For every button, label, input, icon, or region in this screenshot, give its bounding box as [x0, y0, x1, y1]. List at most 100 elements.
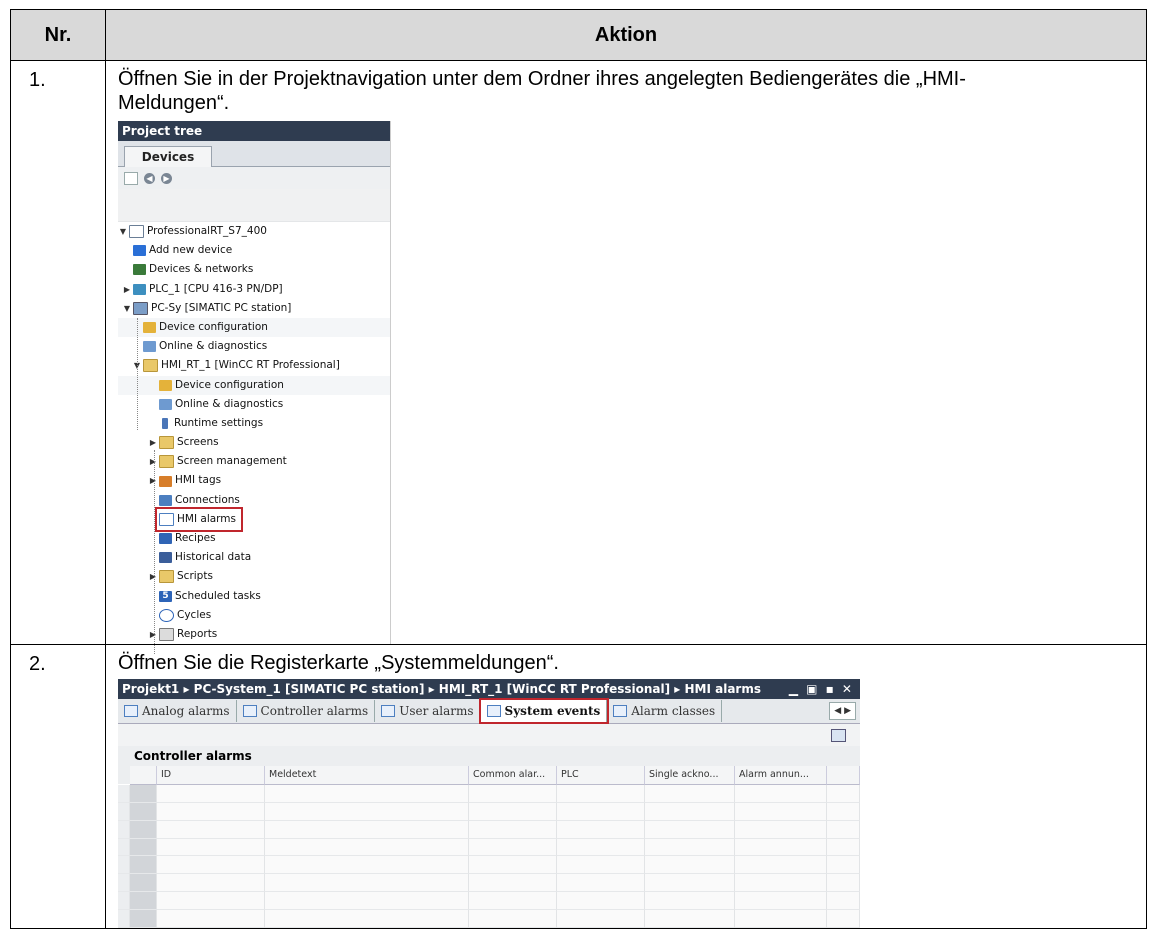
column-header[interactable]: Common alar...	[469, 766, 557, 786]
tree-item-project[interactable]: ▼ ProfessionalRT_S7_400	[118, 222, 390, 241]
collapsed-arrow-icon[interactable]: ▶	[148, 452, 158, 471]
grid-cell[interactable]	[645, 856, 735, 875]
grid-cell[interactable]	[157, 856, 265, 875]
grid-cell[interactable]	[118, 785, 130, 803]
grid-cell[interactable]	[265, 909, 469, 928]
export-icon[interactable]	[831, 729, 846, 743]
grid-cell[interactable]	[130, 785, 157, 803]
grid-cell[interactable]	[130, 856, 157, 875]
grid-cell[interactable]	[130, 820, 157, 839]
tree-item-historical-data[interactable]: Historical data	[118, 548, 390, 567]
grid-cell[interactable]	[157, 820, 265, 839]
grid-cell[interactable]	[157, 874, 265, 892]
tree-item-scripts[interactable]: ▶ Scripts	[118, 567, 390, 586]
grid-cell[interactable]	[130, 838, 157, 857]
forward-icon[interactable]: ▶	[161, 172, 172, 184]
tab-user-alarms[interactable]: User alarms	[375, 700, 481, 723]
new-group-icon[interactable]	[124, 171, 138, 185]
grid-cell[interactable]	[557, 785, 645, 803]
grid-cell[interactable]	[265, 820, 469, 839]
grid-cell[interactable]	[469, 856, 557, 875]
grid-cell[interactable]	[645, 785, 735, 803]
grid-cell[interactable]	[735, 802, 827, 821]
collapsed-arrow-icon[interactable]: ▶	[148, 625, 158, 644]
tree-item-device-config[interactable]: Device configuration	[118, 375, 390, 395]
tab-scroll-buttons[interactable]: ◀ ▶	[829, 699, 856, 723]
tab-analog-alarms[interactable]: Analog alarms	[118, 700, 237, 723]
tree-item-hmi-alarms[interactable]: HMI alarms	[118, 506, 390, 533]
grid-cell[interactable]	[827, 785, 860, 803]
grid-cell[interactable]	[118, 891, 130, 910]
grid-cell[interactable]	[735, 874, 827, 892]
grid-cell[interactable]	[118, 856, 130, 875]
tree-item-cycles[interactable]: Cycles	[118, 606, 390, 625]
grid-cell[interactable]	[645, 891, 735, 910]
grid-cell[interactable]	[827, 874, 860, 892]
grid-cell[interactable]	[265, 785, 469, 803]
grid-cell[interactable]	[118, 820, 130, 839]
tree-item-add-device[interactable]: Add new device	[118, 241, 390, 260]
tree-item-online-diagnostics[interactable]: Online & diagnostics	[118, 395, 390, 414]
grid-cell[interactable]	[557, 820, 645, 839]
column-header[interactable]: Single ackno...	[645, 766, 735, 786]
chevron-left-icon[interactable]: ◀	[834, 699, 841, 723]
grid-cell[interactable]	[118, 874, 130, 892]
grid-cell[interactable]	[735, 785, 827, 803]
grid-cell[interactable]	[827, 820, 860, 839]
grid-cell[interactable]	[118, 802, 130, 821]
tree-item-device-config[interactable]: Device configuration	[118, 317, 390, 338]
grid-cell[interactable]	[735, 820, 827, 839]
grid-cell[interactable]	[265, 838, 469, 857]
grid-cell[interactable]	[469, 891, 557, 910]
back-icon[interactable]: ◀	[144, 172, 155, 184]
grid-cell[interactable]	[645, 838, 735, 857]
grid-cell[interactable]	[645, 909, 735, 928]
grid-cell[interactable]	[469, 838, 557, 857]
collapsed-arrow-icon[interactable]: ▶	[148, 471, 158, 490]
grid-cell[interactable]	[130, 909, 157, 928]
column-header[interactable]	[827, 766, 860, 786]
grid-cell[interactable]	[130, 874, 157, 892]
tree-item-devices-networks[interactable]: Devices & networks	[118, 260, 390, 279]
column-header[interactable]: Alarm annun...	[735, 766, 827, 786]
tree-item-reports[interactable]: ▶ Reports	[118, 625, 390, 644]
grid-cell[interactable]	[827, 891, 860, 910]
chevron-right-icon[interactable]: ▶	[844, 699, 851, 723]
tree-item-screens[interactable]: ▶ Screens	[118, 433, 390, 452]
grid-cell[interactable]	[557, 874, 645, 892]
collapsed-arrow-icon[interactable]: ▶	[122, 280, 132, 299]
grid-cell[interactable]	[645, 874, 735, 892]
grid-cell[interactable]	[469, 874, 557, 892]
tab-alarm-classes[interactable]: Alarm classes	[607, 700, 723, 723]
grid-cell[interactable]	[735, 909, 827, 928]
grid-cell[interactable]	[827, 909, 860, 928]
grid-cell[interactable]	[645, 802, 735, 821]
grid-cell[interactable]	[157, 891, 265, 910]
grid-cell[interactable]	[157, 838, 265, 857]
expanded-arrow-icon[interactable]: ▼	[122, 299, 132, 318]
grid-cell[interactable]	[265, 856, 469, 875]
tree-item-hmi-tags[interactable]: ▶ HMI tags	[118, 471, 390, 490]
grid-cell[interactable]	[157, 785, 265, 803]
tree-item-pc-station[interactable]: ▼ PC-Sy [SIMATIC PC station]	[118, 299, 390, 318]
grid-cell[interactable]	[735, 856, 827, 875]
grid-cell[interactable]	[469, 785, 557, 803]
grid-cell[interactable]	[827, 838, 860, 857]
tab-system-events[interactable]: System events	[478, 698, 610, 725]
tree-item-scheduled-tasks[interactable]: 5 Scheduled tasks	[118, 587, 390, 606]
tree-item-plc[interactable]: ▶ PLC_1 [CPU 416-3 PN/DP]	[118, 280, 390, 299]
grid-cell[interactable]	[118, 909, 130, 928]
grid-cell[interactable]	[827, 856, 860, 875]
grid-cell[interactable]	[469, 909, 557, 928]
collapsed-arrow-icon[interactable]: ▶	[148, 433, 158, 452]
tree-item-screen-management[interactable]: ▶ Screen management	[118, 452, 390, 471]
expanded-arrow-icon[interactable]: ▼	[118, 222, 128, 241]
grid-cell[interactable]	[557, 856, 645, 875]
tab-controller-alarms[interactable]: Controller alarms	[237, 700, 376, 723]
grid-cell[interactable]	[827, 802, 860, 821]
grid-cell[interactable]	[735, 838, 827, 857]
grid-cell[interactable]	[557, 909, 645, 928]
collapsed-arrow-icon[interactable]: ▶	[148, 567, 158, 586]
column-header[interactable]: Meldetext	[265, 766, 469, 786]
tree-item-runtime-settings[interactable]: Runtime settings	[118, 414, 390, 433]
